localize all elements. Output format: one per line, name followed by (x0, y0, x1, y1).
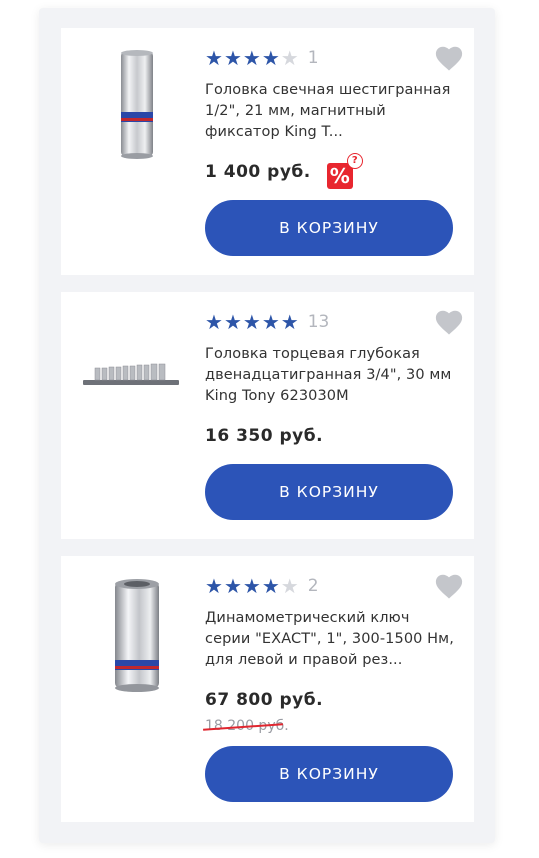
product-card: ★ ★ ★ ★ ★ 1 Головка свечная шестигранная 1/2"… (61, 28, 474, 275)
star-icon: ★ (242, 46, 261, 70)
add-to-cart-button[interactable]: В КОРЗИНУ (205, 746, 453, 802)
price-row: 1 400 руб. % ? (205, 153, 459, 189)
star-icon: ★ (280, 574, 299, 598)
heart-icon[interactable] (434, 572, 464, 600)
price-row: 67 800 руб. (205, 685, 459, 715)
star-icon: ★ (261, 310, 280, 334)
star-icon: ★ (205, 46, 223, 70)
star-icon: ★ (261, 46, 280, 70)
add-to-cart-button[interactable]: В КОРЗИНУ (205, 464, 453, 520)
product-list-panel: ★ ★ ★ ★ ★ 1 Головка свечная шестигранная 1/2"… (39, 8, 495, 843)
price: 67 800 руб. (205, 690, 324, 710)
star-icon: ★ (242, 310, 261, 334)
star-icon: ★ (223, 574, 242, 598)
product-title[interactable]: Головка торцевая глубокая двенадцатигран… (205, 344, 459, 407)
product-card: ★ ★ ★ ★ ★ 13 Головка торцевая глубокая двенад… (61, 292, 474, 539)
product-info: ★ ★ ★ ★ ★ 2 Динамометрический ключ серии "EXA… (205, 574, 459, 734)
price: 16 350 руб. (205, 426, 324, 446)
product-info: ★ ★ ★ ★ ★ 13 Головка торцевая глубокая двенад… (205, 310, 459, 451)
rating: ★ ★ ★ ★ ★ 13 (205, 310, 459, 334)
review-count[interactable]: 2 (308, 576, 319, 596)
price: 1 400 руб. (205, 162, 311, 182)
heart-icon[interactable] (434, 44, 464, 72)
product-image[interactable] (79, 574, 199, 704)
add-to-cart-button[interactable]: В КОРЗИНУ (205, 200, 453, 256)
product-title[interactable]: Головка свечная шестигранная 1/2", 21 мм… (205, 80, 459, 143)
star-icon: ★ (223, 310, 242, 334)
product-card: ★ ★ ★ ★ ★ 2 Динамометрический ключ серии "EXA… (61, 556, 474, 822)
product-info: ★ ★ ★ ★ ★ 1 Головка свечная шестигранная 1/2"… (205, 46, 459, 189)
question-icon[interactable]: ? (346, 153, 363, 169)
star-icon: ★ (280, 46, 299, 70)
price-row: 16 350 руб. (205, 421, 459, 451)
star-icon: ★ (205, 574, 223, 598)
star-icon: ★ (242, 574, 261, 598)
rating: ★ ★ ★ ★ ★ 1 (205, 46, 459, 70)
old-price: 18 200 руб. (205, 718, 289, 734)
product-image[interactable] (79, 310, 199, 440)
product-image[interactable] (79, 46, 199, 176)
discount-badge[interactable]: % ? (326, 153, 363, 189)
star-icon: ★ (223, 46, 242, 70)
review-count[interactable]: 13 (308, 312, 330, 332)
rating: ★ ★ ★ ★ ★ 2 (205, 574, 459, 598)
heart-icon[interactable] (434, 308, 464, 336)
product-title[interactable]: Динамометрический ключ серии "EXACT", 1"… (205, 608, 459, 671)
star-icon: ★ (280, 310, 299, 334)
star-icon: ★ (205, 310, 223, 334)
star-icon: ★ (261, 574, 280, 598)
review-count[interactable]: 1 (308, 48, 319, 68)
